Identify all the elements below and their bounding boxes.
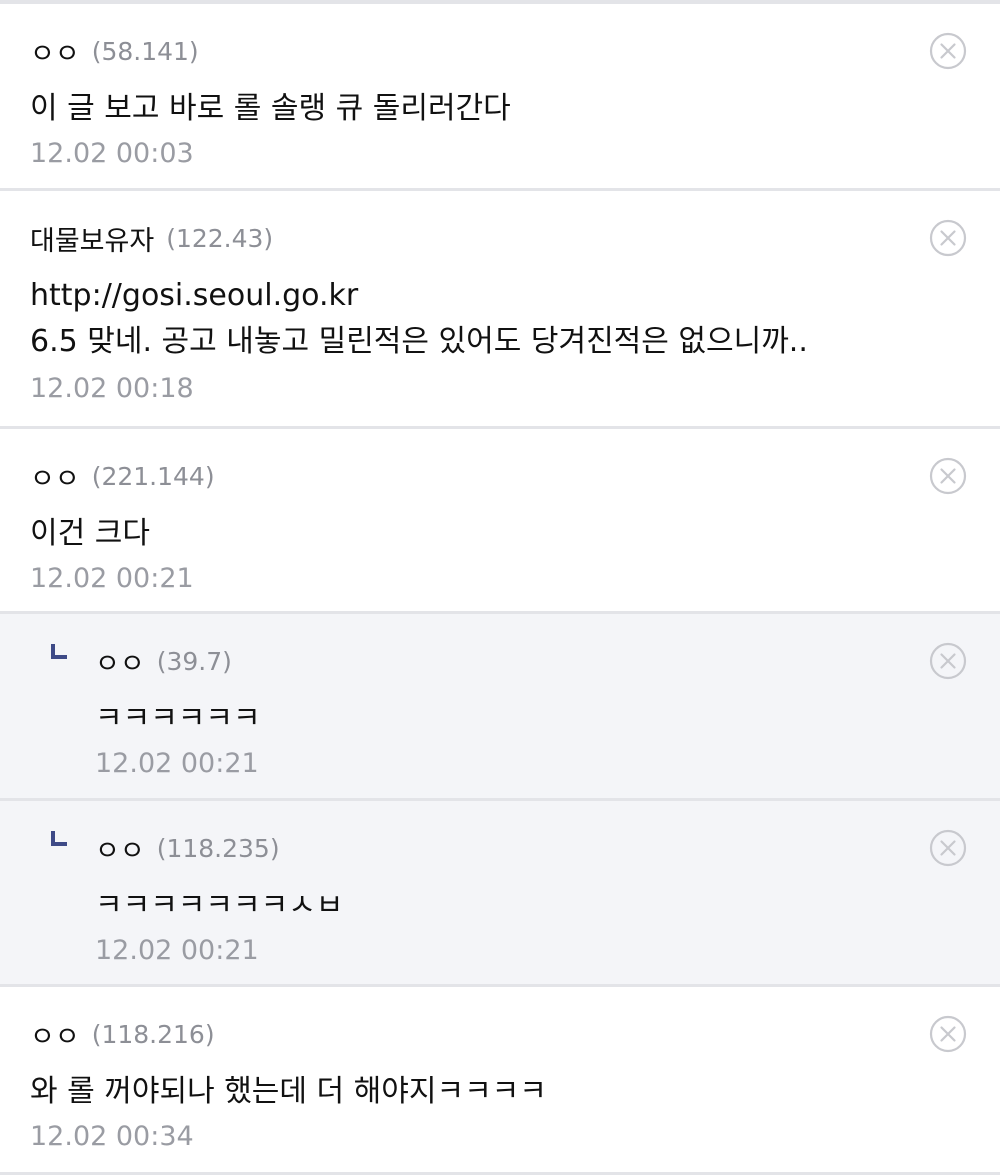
comment-nickname[interactable]: ㅇㅇ <box>95 642 145 681</box>
comment-ip: (58.141) <box>91 36 199 66</box>
comment-body: http://gosi.seoul.go.kr 6.5 맞네. 공고 내놓고 밀… <box>30 273 808 365</box>
comment-line: 이건 크다 <box>30 516 150 551</box>
close-circle-icon[interactable] <box>929 642 967 680</box>
comment-link-line[interactable]: http://gosi.seoul.go.kr <box>30 273 808 319</box>
comment-body: ㅋㅋㅋㅋㅋㅋㅋㅅㅂ <box>95 883 343 929</box>
comment-item: ㅇㅇ (118.216) 와 롤 꺼야되나 했는데 더 해야지ㅋㅋㅋㅋ 12.0… <box>0 987 1000 1175</box>
comment-ip: (118.235) <box>156 833 280 863</box>
reply-arrow-icon <box>51 831 67 846</box>
close-circle-icon[interactable] <box>929 1015 967 1053</box>
comment-body: 이 글 보고 바로 롤 솔랭 큐 돌리러간다 <box>30 86 511 132</box>
comment-item: ㅇㅇ (221.144) 이건 크다 12.02 00:21 <box>0 429 1000 614</box>
comment-date: 12.02 00:03 <box>30 138 194 169</box>
comment-date: 12.02 00:21 <box>30 563 194 594</box>
comment-line: 와 롤 꺼야되나 했는데 더 해야지ㅋㅋㅋㅋ <box>30 1074 547 1109</box>
comment-item: ㅇㅇ (58.141) 이 글 보고 바로 롤 솔랭 큐 돌리러간다 12.02… <box>0 4 1000 191</box>
comment-meta: 대물보유자 (122.43) <box>30 219 274 258</box>
comment-body: 와 롤 꺼야되나 했는데 더 해야지ㅋㅋㅋㅋ <box>30 1069 547 1115</box>
close-circle-icon[interactable] <box>929 457 967 495</box>
comment-body: 이건 크다 <box>30 511 150 557</box>
close-circle-icon[interactable] <box>929 32 967 70</box>
comment-body: ㅋㅋㅋㅋㅋㅋ <box>95 696 261 742</box>
comment-line: ㅋㅋㅋㅋㅋㅋㅋㅅㅂ <box>95 888 344 923</box>
comment-nickname[interactable]: 대물보유자 <box>30 219 154 258</box>
comment-meta: ㅇㅇ (221.144) <box>30 457 215 496</box>
comment-nickname[interactable]: ㅇㅇ <box>30 457 80 496</box>
comment-ip: (39.7) <box>156 646 232 676</box>
comment-meta: ㅇㅇ (118.235) <box>95 829 280 868</box>
comment-meta: ㅇㅇ (118.216) <box>30 1015 215 1054</box>
comment-line: ㅋㅋㅋㅋㅋㅋ <box>95 701 261 736</box>
comment-ip: (122.43) <box>166 223 274 253</box>
comment-nickname[interactable]: ㅇㅇ <box>30 32 80 71</box>
close-circle-icon[interactable] <box>929 219 967 257</box>
comment-line: 6.5 맞네. 공고 내놓고 밀린적은 있어도 당겨진적은 없으니까.. <box>30 324 808 359</box>
reply-arrow-icon <box>51 644 67 659</box>
comment-list: ㅇㅇ (58.141) 이 글 보고 바로 롤 솔랭 큐 돌리러간다 12.02… <box>0 0 1000 1175</box>
close-circle-icon[interactable] <box>929 829 967 867</box>
comment-date: 12.02 00:21 <box>95 935 259 966</box>
comment-ip: (118.216) <box>91 1019 215 1049</box>
comment-meta: ㅇㅇ (58.141) <box>30 32 199 71</box>
comment-date: 12.02 00:18 <box>30 373 194 404</box>
comment-line: 이 글 보고 바로 롤 솔랭 큐 돌리러간다 <box>30 91 511 126</box>
comment-nickname[interactable]: ㅇㅇ <box>95 829 145 868</box>
reply-comment-item: ㅇㅇ (118.235) ㅋㅋㅋㅋㅋㅋㅋㅅㅂ 12.02 00:21 <box>0 801 1000 987</box>
reply-comment-item: ㅇㅇ (39.7) ㅋㅋㅋㅋㅋㅋ 12.02 00:21 <box>0 614 1000 801</box>
comment-nickname[interactable]: ㅇㅇ <box>30 1015 80 1054</box>
comment-meta: ㅇㅇ (39.7) <box>95 642 232 681</box>
comment-ip: (221.144) <box>91 461 215 491</box>
comment-date: 12.02 00:21 <box>95 748 259 779</box>
comment-date: 12.02 00:34 <box>30 1121 194 1152</box>
comment-item: 대물보유자 (122.43) http://gosi.seoul.go.kr 6… <box>0 191 1000 429</box>
